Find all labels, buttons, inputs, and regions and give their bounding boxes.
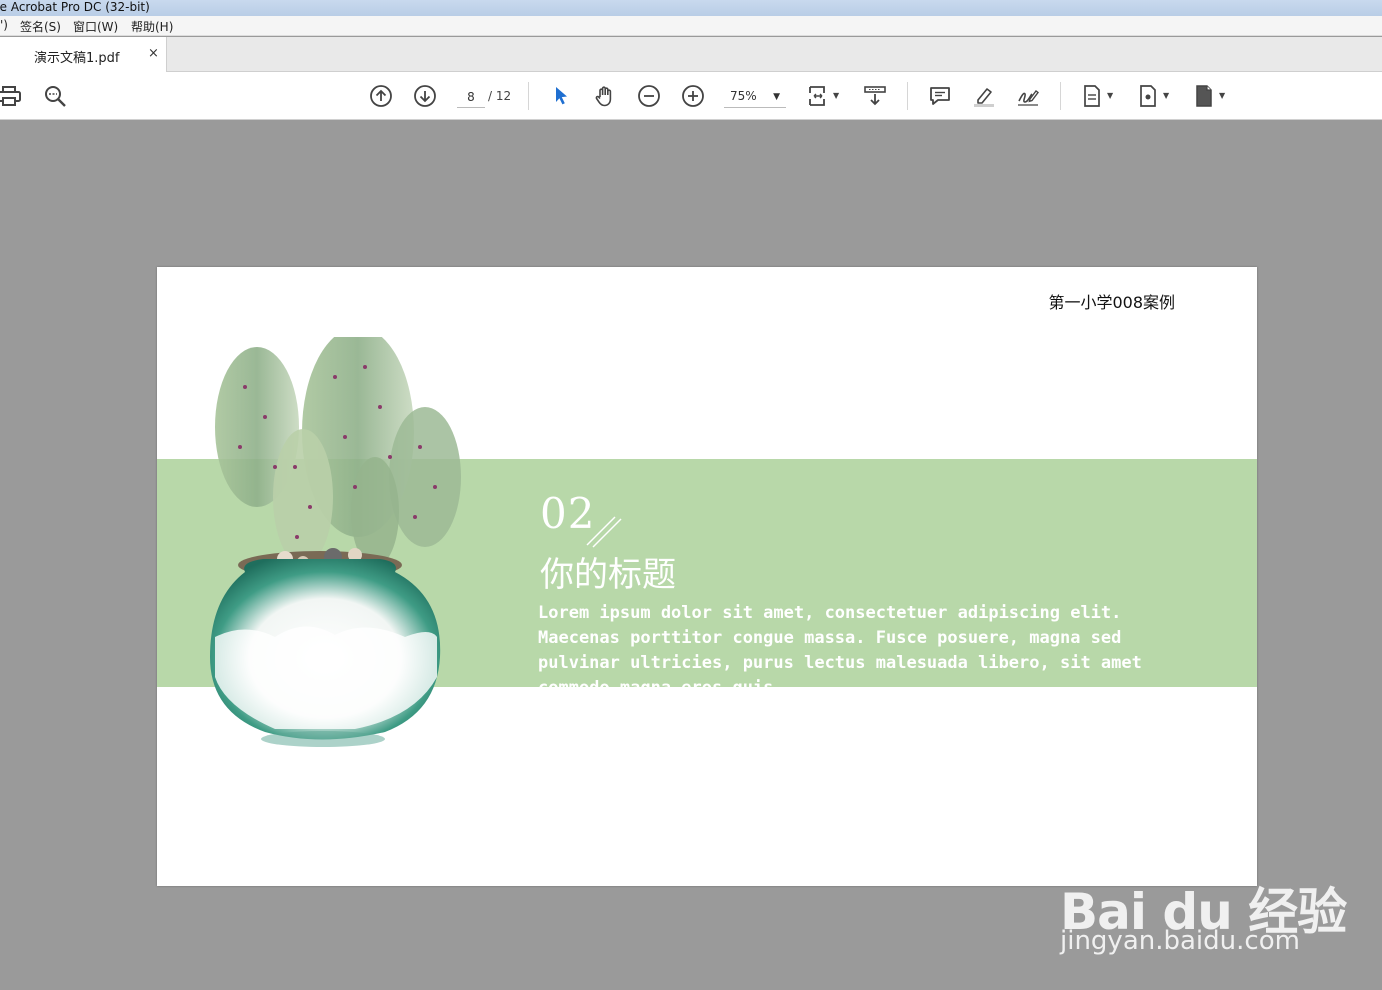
tab-document[interactable]: 演示文稿1.pdf × bbox=[0, 37, 167, 73]
watermark-url: jingyan.baidu.com bbox=[1060, 926, 1300, 956]
chevron-down-icon[interactable]: ▼ bbox=[1107, 91, 1113, 100]
chevron-down-icon[interactable]: ▼ bbox=[1163, 91, 1169, 100]
fit-page-icon[interactable] bbox=[806, 84, 830, 108]
menu-item-help[interactable]: 帮助(H) bbox=[131, 18, 173, 35]
chevron-down-icon: ▼ bbox=[773, 92, 780, 102]
zoom-select[interactable]: 75% ▼ bbox=[724, 86, 786, 108]
toolbar-divider bbox=[1060, 82, 1061, 110]
page-total: / 12 bbox=[488, 89, 512, 103]
search-zoom-icon[interactable] bbox=[43, 84, 67, 108]
body-paragraph: Lorem ipsum dolor sit amet, consectetuer… bbox=[538, 603, 1142, 687]
section-title: 你的标题 bbox=[540, 555, 676, 595]
cactus-illustration bbox=[210, 337, 461, 747]
page-number-input[interactable] bbox=[457, 86, 485, 108]
zoom-out-icon[interactable] bbox=[637, 84, 661, 108]
print-icon[interactable] bbox=[0, 84, 24, 108]
chevron-down-icon[interactable]: ▼ bbox=[1219, 91, 1225, 100]
comment-icon[interactable] bbox=[928, 84, 952, 108]
window-title: be Acrobat Pro DC (32-bit) bbox=[0, 0, 150, 14]
scroll-mode-icon[interactable] bbox=[863, 84, 887, 108]
chevron-down-icon[interactable]: ▼ bbox=[833, 91, 839, 100]
sign-icon[interactable] bbox=[1016, 84, 1040, 108]
toolbar-divider bbox=[528, 82, 529, 110]
pdf-page: 第一小学008案例 02 你的标题 Lorem ipsum dolor sit … bbox=[157, 267, 1257, 886]
zoom-in-icon[interactable] bbox=[681, 84, 705, 108]
slash-decoration bbox=[586, 516, 622, 548]
tab-strip: 演示文稿1.pdf × bbox=[0, 37, 1382, 73]
hand-icon[interactable] bbox=[593, 84, 617, 108]
menu-bar: ') 签名(S) 窗口(W) 帮助(H) bbox=[0, 16, 1382, 36]
next-page-icon[interactable] bbox=[413, 84, 437, 108]
menu-item-view[interactable]: ') bbox=[0, 18, 8, 32]
menu-item-sign[interactable]: 签名(S) bbox=[20, 18, 61, 35]
more-pages-icon[interactable] bbox=[1192, 84, 1216, 108]
page-header-text: 第一小学008案例 bbox=[1048, 293, 1175, 312]
menu-item-window[interactable]: 窗口(W) bbox=[73, 18, 118, 35]
baidu-watermark: Bai du 经验 jingyan.baidu.com bbox=[1060, 838, 1347, 968]
window-title-bar: be Acrobat Pro DC (32-bit) bbox=[0, 0, 1382, 16]
toolbar-divider bbox=[907, 82, 908, 110]
zoom-value: 75% bbox=[730, 89, 757, 103]
highlight-icon[interactable] bbox=[972, 84, 996, 108]
page-tool-icon[interactable] bbox=[1080, 84, 1104, 108]
select-arrow-icon[interactable] bbox=[549, 84, 573, 108]
prev-page-icon[interactable] bbox=[369, 84, 393, 108]
tab-label: 演示文稿1.pdf bbox=[34, 51, 120, 66]
toolbar: / 12 75% ▼ ▼ ▼ ▼ ▼ bbox=[0, 72, 1382, 120]
export-icon[interactable] bbox=[1136, 84, 1160, 108]
close-icon[interactable]: × bbox=[148, 46, 159, 61]
